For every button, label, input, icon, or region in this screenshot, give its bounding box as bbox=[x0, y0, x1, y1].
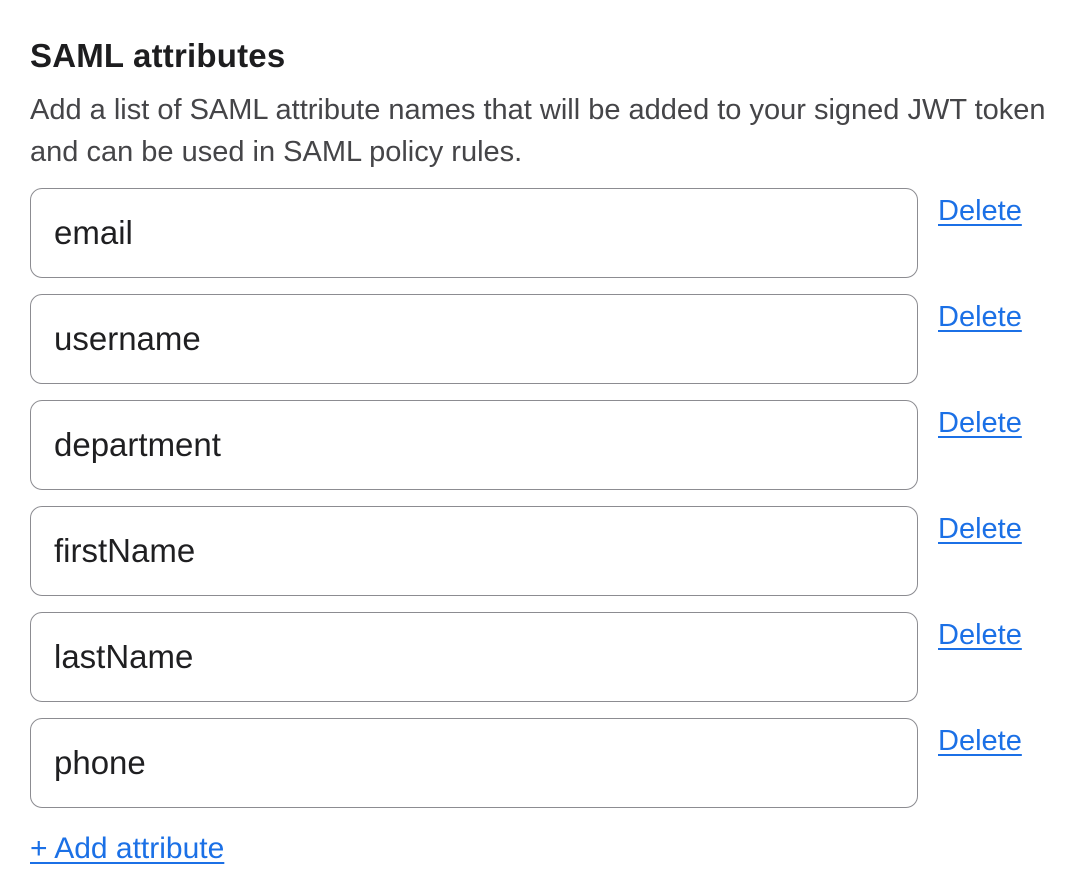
attribute-name-input[interactable] bbox=[30, 718, 918, 808]
attribute-name-input[interactable] bbox=[30, 294, 918, 384]
section-title: SAML attributes bbox=[30, 36, 1036, 76]
delete-attribute-link[interactable]: Delete bbox=[938, 194, 1022, 228]
attribute-row: Delete bbox=[30, 400, 1036, 490]
attribute-list: Delete Delete Delete Delete Delete Delet… bbox=[30, 188, 1036, 808]
delete-attribute-link[interactable]: Delete bbox=[938, 406, 1022, 440]
delete-attribute-link[interactable]: Delete bbox=[938, 512, 1022, 546]
delete-attribute-link[interactable]: Delete bbox=[938, 300, 1022, 334]
attribute-name-input[interactable] bbox=[30, 400, 918, 490]
attribute-name-input[interactable] bbox=[30, 506, 918, 596]
add-attribute-link[interactable]: + Add attribute bbox=[30, 831, 224, 867]
attribute-name-input[interactable] bbox=[30, 612, 918, 702]
attribute-name-input[interactable] bbox=[30, 188, 918, 278]
attribute-row: Delete bbox=[30, 718, 1036, 808]
description-line-1: Add a list of SAML attribute names that … bbox=[30, 89, 1036, 131]
delete-attribute-link[interactable]: Delete bbox=[938, 618, 1022, 652]
description-line-2: and can be used in SAML policy rules. bbox=[30, 131, 1036, 173]
attribute-row: Delete bbox=[30, 506, 1036, 596]
section-description: Add a list of SAML attribute names that … bbox=[30, 89, 1036, 173]
attribute-row: Delete bbox=[30, 612, 1036, 702]
attribute-row: Delete bbox=[30, 188, 1036, 278]
delete-attribute-link[interactable]: Delete bbox=[938, 724, 1022, 758]
attribute-row: Delete bbox=[30, 294, 1036, 384]
saml-attributes-section: SAML attributes Add a list of SAML attri… bbox=[30, 36, 1036, 867]
